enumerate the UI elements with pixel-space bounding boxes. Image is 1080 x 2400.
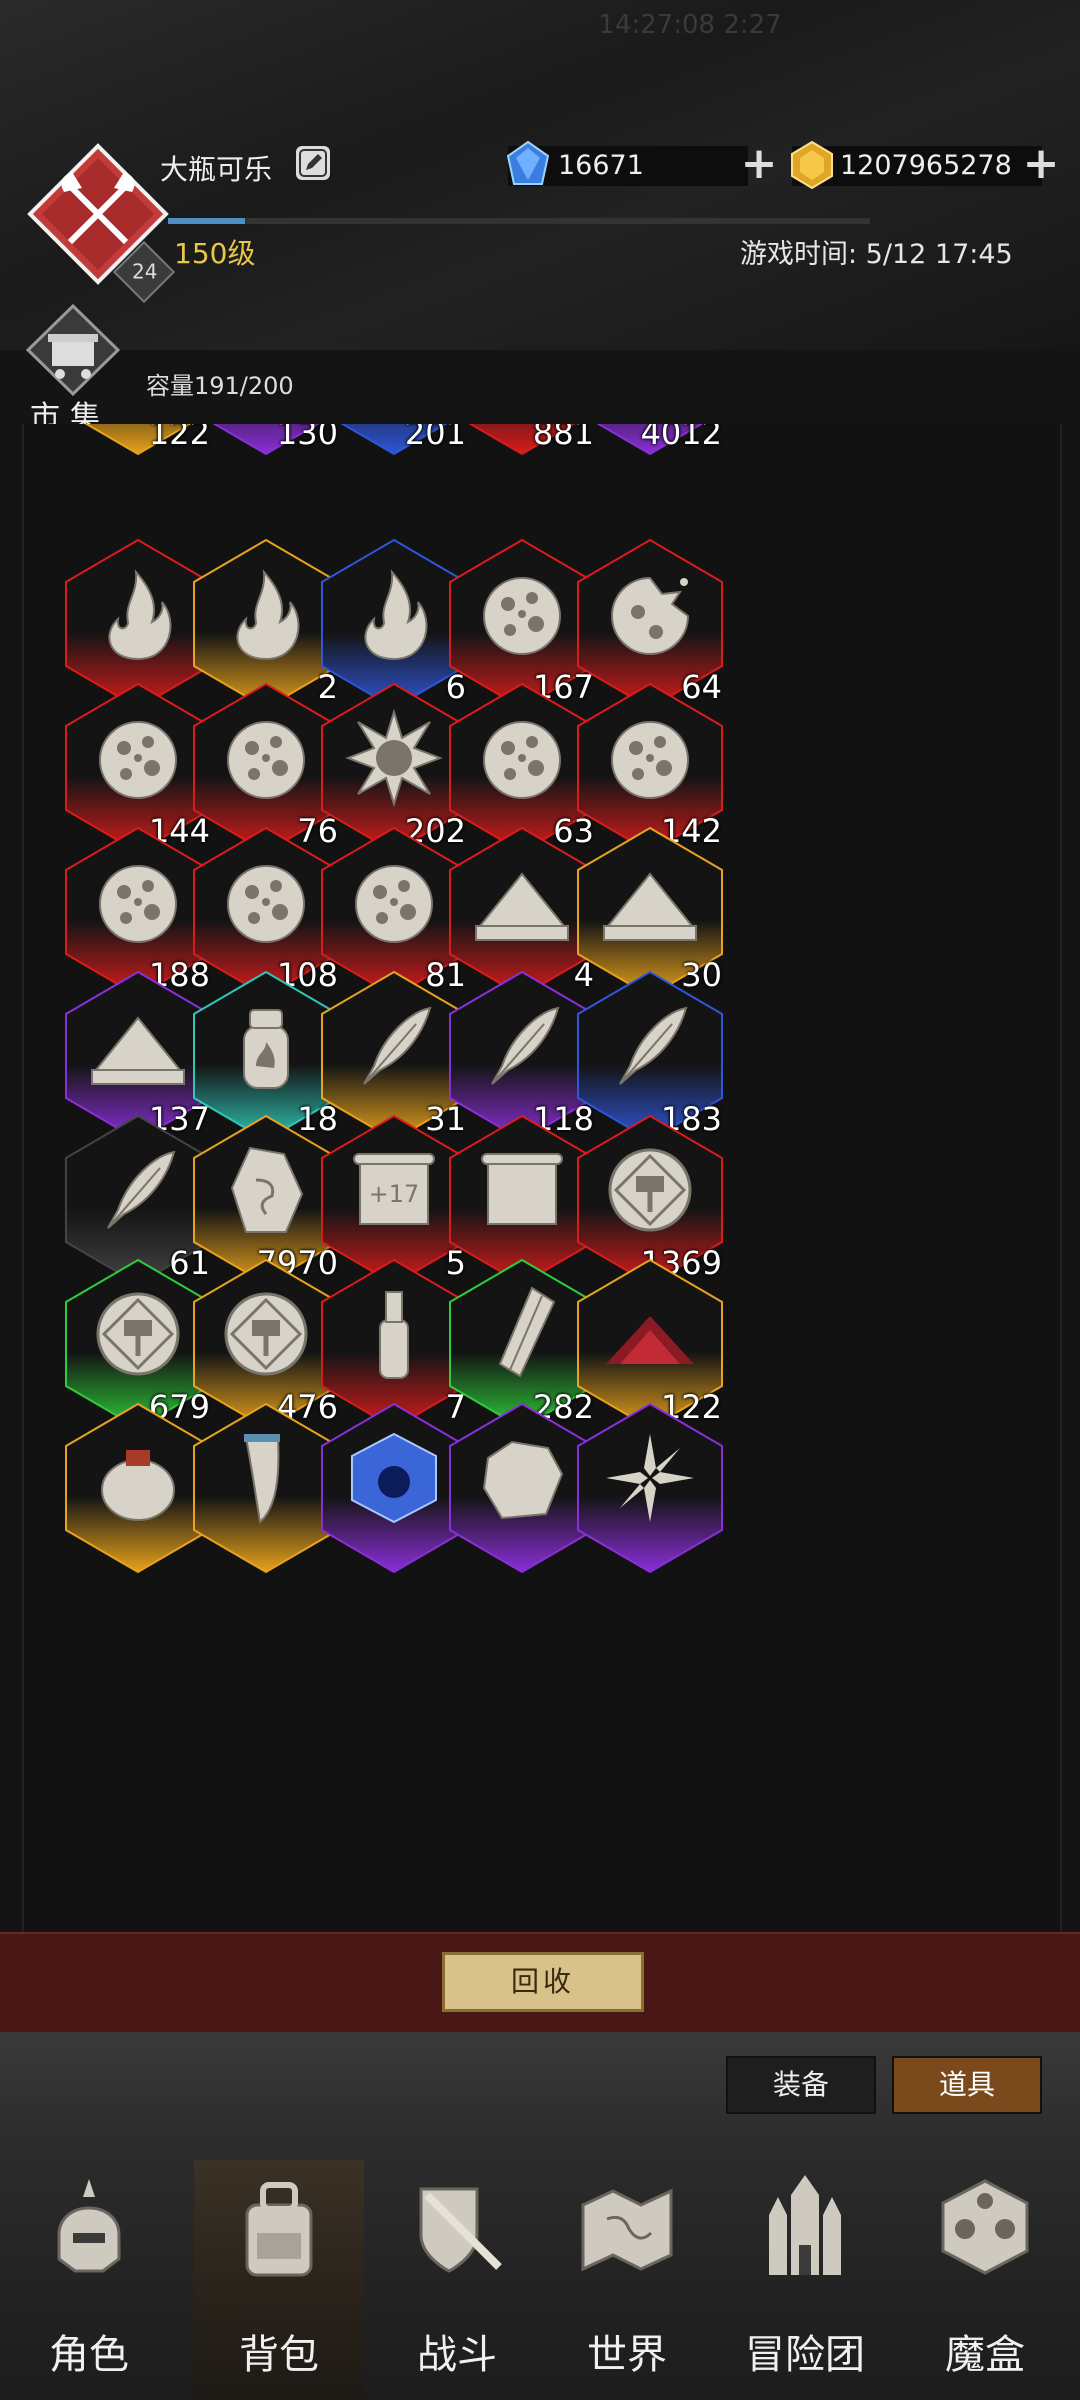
ore-icon	[99, 721, 177, 799]
player-level: 150级	[174, 237, 256, 270]
salt-jar-icon	[243, 1009, 289, 1089]
star-flower-icon	[606, 1434, 694, 1522]
ore-icon	[355, 865, 433, 943]
tab-equipment[interactable]: 装备	[726, 2056, 876, 2114]
nav-label: 战斗	[417, 2332, 497, 2378]
ore-icon	[227, 721, 305, 799]
ore-icon	[483, 721, 561, 799]
ore-icon	[227, 865, 305, 943]
forge-emblem-icon	[96, 1292, 180, 1376]
nav-label: 背包	[239, 2332, 319, 2378]
powder-pile-icon	[475, 872, 569, 941]
nav-backpack[interactable]: 背包	[194, 2160, 364, 2400]
game-time: 游戏时间: 5/12 17:45	[740, 239, 1013, 270]
nav-label: 冒险团	[745, 2332, 865, 2378]
feather-icon	[363, 1006, 432, 1085]
nav-label: 魔盒	[945, 2332, 1025, 2378]
powder-pile-icon	[603, 872, 697, 941]
feather-icon	[491, 1006, 560, 1085]
pouch-icon	[101, 1450, 175, 1521]
item-count: 4012	[640, 424, 722, 452]
scroll-plus17-icon: +17	[353, 1153, 435, 1225]
ore-icon	[611, 721, 689, 799]
svg-text:+17: +17	[369, 1180, 420, 1208]
feather-icon	[107, 1150, 176, 1229]
status-time: 14:27:08 2:27	[598, 10, 782, 40]
bottle-icon	[379, 1291, 409, 1379]
inventory-item[interactable]	[570, 1400, 730, 1576]
helmet-icon	[57, 2179, 121, 2273]
rune-stone-icon	[230, 1146, 304, 1233]
crystal-shard-icon	[498, 1286, 556, 1378]
forge-emblem-icon	[608, 1148, 692, 1232]
add-gold-button[interactable]: +	[1022, 142, 1060, 186]
broken-ore-icon	[611, 576, 690, 655]
nav-label: 角色	[49, 2332, 129, 2378]
hide-icon	[482, 1440, 564, 1520]
exp-bar	[168, 218, 870, 224]
ore-icon	[483, 577, 561, 655]
gold-count: 1207965278	[840, 150, 1012, 181]
flame-icon	[108, 569, 172, 661]
horn-icon	[244, 1434, 280, 1524]
feather-icon	[619, 1006, 688, 1085]
blue-gem-icon	[506, 140, 550, 185]
spiky-ore-icon	[345, 708, 443, 808]
forge-emblem-icon	[224, 1292, 308, 1376]
nav-magic-cube[interactable]: 魔盒	[900, 2160, 1070, 2400]
recycle-button[interactable]: 回收	[442, 1952, 644, 2012]
ore-icon	[99, 865, 177, 943]
magic-cube-icon	[941, 2179, 1029, 2275]
nav-label: 世界	[587, 2332, 667, 2378]
nav-shield-sword[interactable]: 战斗	[372, 2160, 542, 2400]
edit-name-icon[interactable]	[296, 146, 330, 180]
shield-sword-icon	[419, 2187, 502, 2273]
flame-icon	[236, 569, 300, 661]
nav-castle[interactable]: 冒险团	[720, 2160, 890, 2400]
gem-count: 16671	[558, 150, 644, 181]
scroll-icon	[481, 1153, 563, 1225]
bag-capacity: 容量191/200	[146, 372, 294, 400]
castle-icon	[769, 2175, 841, 2275]
flame-icon	[364, 569, 428, 661]
exp-fill	[168, 218, 246, 224]
player-name: 大瓶可乐	[160, 153, 273, 186]
backpack-icon	[245, 2182, 313, 2277]
blue-cube-icon	[351, 1432, 437, 1524]
inventory-grid: 122 130 201 881 4012 2 6 167 64 144 76 2…	[22, 424, 1062, 1932]
add-gems-button[interactable]: +	[740, 142, 778, 186]
nav-helmet[interactable]: 角色	[4, 2160, 174, 2400]
powder-pile-icon	[91, 1016, 185, 1085]
inventory-item[interactable]: 4012	[570, 424, 730, 458]
nav-map[interactable]: 世界	[542, 2160, 712, 2400]
red-dust-icon	[606, 1316, 694, 1364]
gold-gem-icon	[791, 140, 833, 190]
map-icon	[581, 2188, 673, 2272]
tab-items[interactable]: 道具	[892, 2056, 1042, 2114]
